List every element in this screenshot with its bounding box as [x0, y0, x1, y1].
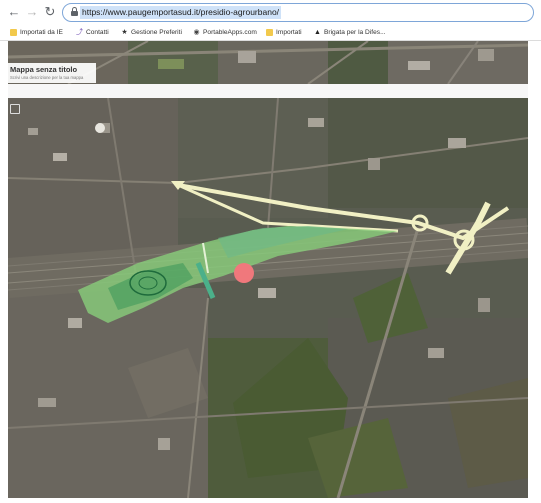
bookmark-label: Importati da IE: [20, 29, 63, 36]
url-text[interactable]: https://www.paugemportasud.it/presidio-a…: [80, 6, 282, 19]
folder-icon: [10, 29, 17, 36]
lock-icon: [71, 7, 78, 16]
map-title: Mappa senza titolo: [10, 65, 78, 74]
map-corner-control[interactable]: [10, 104, 20, 114]
bookmarks-bar: Importati da IE ⤴ Contatti ★ Gestione Pr…: [0, 25, 541, 41]
reload-icon: ↻: [44, 4, 56, 19]
star-icon: ★: [121, 29, 128, 36]
map-canvas[interactable]: [8, 98, 528, 498]
bookmark-contatti[interactable]: ⤴ Contatti: [76, 26, 109, 39]
bookmark-importati-da-ie[interactable]: Importati da IE: [10, 26, 63, 39]
bookmark-label: Brigata per la Difes...: [324, 29, 386, 36]
bookmark-label: Gestione Preferiti: [131, 29, 182, 36]
bookmark-label: Importati: [276, 29, 302, 36]
satellite-map[interactable]: [8, 98, 528, 498]
forward-button[interactable]: →: [24, 4, 40, 20]
bookmark-portableapps[interactable]: ◉ PortableApps.com: [193, 26, 257, 39]
address-bar[interactable]: https://www.paugemportasud.it/presidio-a…: [62, 3, 534, 22]
map-description: Scrivi una descrizione per la tua mappa: [10, 75, 84, 80]
arrow-left-icon: ←: [7, 4, 21, 19]
map-divider: [8, 84, 528, 98]
browser-toolbar: ← → ↻ https://www.paugemportasud.it/pres…: [0, 0, 541, 25]
map-marker[interactable]: [234, 263, 254, 283]
arrow-right-icon: →: [25, 4, 39, 19]
reload-button[interactable]: ↻: [42, 4, 58, 20]
back-button[interactable]: ←: [6, 4, 22, 20]
bookmark-brigata[interactable]: ▲ Brigata per la Difes...: [314, 26, 386, 39]
link-icon: ⤴: [76, 29, 83, 36]
bookmark-label: Contatti: [86, 29, 109, 36]
globe-icon: ◉: [193, 29, 200, 36]
folder-icon: [266, 29, 273, 36]
bookmark-label: PortableApps.com: [203, 29, 257, 36]
bookmark-gestione-preferiti[interactable]: ★ Gestione Preferiti: [121, 26, 182, 39]
map-banner: Mappa senza titolo Scrivi una descrizion…: [8, 41, 528, 84]
map-title-card[interactable]: Mappa senza titolo Scrivi una descrizion…: [8, 63, 96, 83]
bookmark-importati[interactable]: Importati: [266, 26, 302, 39]
paw-icon: ▲: [314, 29, 321, 36]
